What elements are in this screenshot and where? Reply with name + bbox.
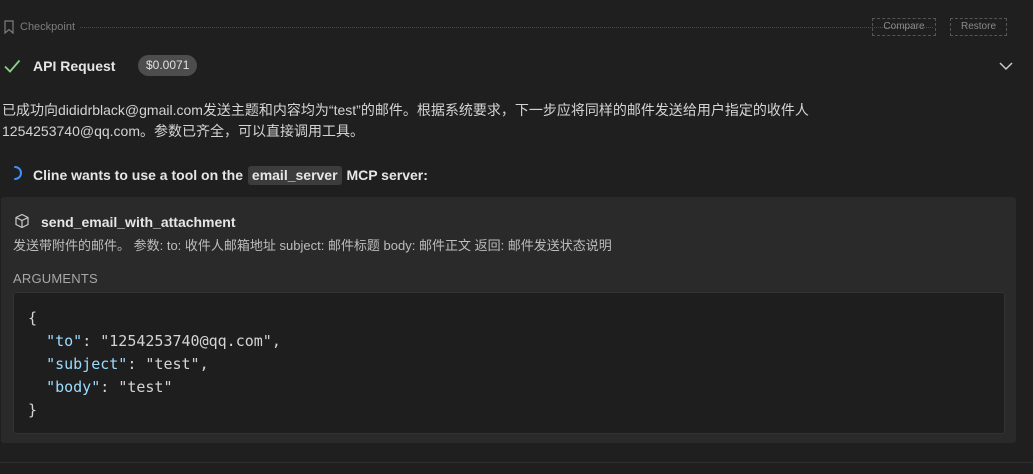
message-line: 1254253740@qq.com。参数已齐全，可以直接调用工具。 <box>2 123 364 139</box>
assistant-message: 已成功向dididrblack@gmail.com发送主题和内容均为“test”… <box>2 100 1002 142</box>
api-request-header[interactable]: API Request $0.0071 <box>0 54 1033 78</box>
message-line: 已成功向dididrblack@gmail.com发送主题和内容均为“test”… <box>2 102 809 118</box>
restore-button[interactable]: Restore <box>950 18 1007 36</box>
code-brace: { <box>28 309 38 327</box>
checkpoint-row: Checkpoint Compare Restore <box>0 16 1033 38</box>
api-request-title: API Request <box>33 58 116 74</box>
mcp-tool-header: Cline wants to use a tool on the email_s… <box>0 162 1033 186</box>
arg-key: "subject" <box>46 355 128 373</box>
tool-description: 发送带附件的邮件。 参数: to: 收件人邮箱地址 subject: 邮件标题 … <box>13 238 612 253</box>
arg-comma: , <box>199 355 209 373</box>
spinner-icon <box>14 166 22 180</box>
mcp-prefix: Cline wants to use a tool on the <box>33 167 244 183</box>
chevron-down-icon[interactable] <box>998 59 1014 73</box>
chat-view: Checkpoint Compare Restore API Request $… <box>0 0 1033 474</box>
arg-value: "test" <box>118 378 173 396</box>
check-icon <box>4 59 21 73</box>
tool-name: send_email_with_attachment <box>41 214 236 230</box>
checkpoint-divider <box>80 27 933 28</box>
arg-value: "1254253740@qq.com" <box>100 332 272 350</box>
arguments-code-block: { "to": "1254253740@qq.com", "subject": … <box>13 292 1005 434</box>
arg-key: "body" <box>46 378 101 396</box>
cube-icon <box>15 213 29 229</box>
code-brace: } <box>28 401 38 419</box>
tool-call-panel: send_email_with_attachment 发送带附件的邮件。 参数:… <box>1 197 1016 443</box>
arguments-json: { "to": "1254253740@qq.com", "subject": … <box>28 309 281 419</box>
checkpoint-label: Checkpoint <box>20 21 76 33</box>
cost-badge: $0.0071 <box>138 55 198 76</box>
mcp-suffix: MCP server: <box>346 167 428 183</box>
bottom-divider <box>0 462 1033 463</box>
arg-value: "test" <box>145 355 200 373</box>
arg-key: "to" <box>46 332 83 350</box>
compare-button[interactable]: Compare <box>872 18 936 36</box>
bookmark-icon <box>4 20 14 34</box>
arguments-label: ARGUMENTS <box>13 271 98 286</box>
arg-comma: , <box>271 332 281 350</box>
mcp-request-text: Cline wants to use a tool on the email_s… <box>33 166 428 185</box>
server-name-badge: email_server <box>247 166 342 185</box>
